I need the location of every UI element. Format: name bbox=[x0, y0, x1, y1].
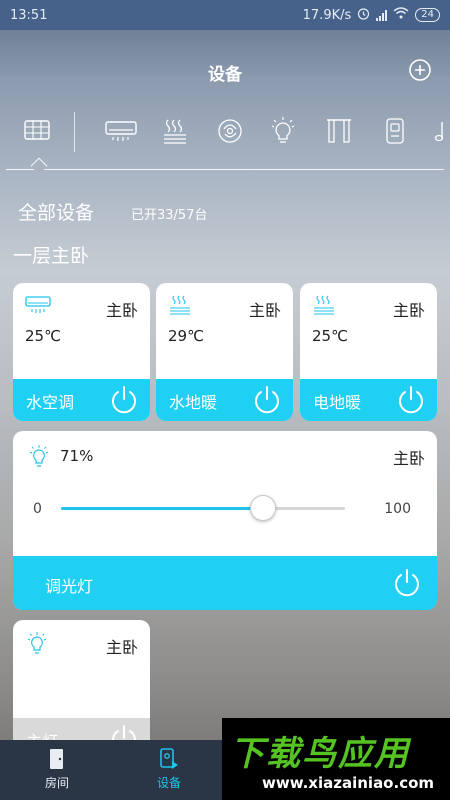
all-devices-icon[interactable] bbox=[22, 116, 58, 146]
door-icon bbox=[50, 749, 63, 769]
net-speed: 17.9K/s bbox=[302, 7, 352, 23]
app-header: 设备 bbox=[0, 30, 450, 110]
air-conditioner-icon[interactable] bbox=[104, 116, 140, 146]
device-bar: 调光灯 bbox=[13, 556, 437, 610]
devices-on-count: 已开33/57台 bbox=[131, 208, 208, 223]
device-card-main-light[interactable]: 主卧 主灯 bbox=[13, 620, 150, 758]
device-room-label: 主卧 bbox=[248, 301, 281, 320]
device-room-label: 主卧 bbox=[105, 301, 138, 320]
device-card-water-floor-heating[interactable]: 主卧 29℃ 水地暖 bbox=[156, 283, 293, 421]
floor-heating-icon bbox=[168, 295, 194, 317]
device-card-water-ac[interactable]: 主卧 25℃ 水空调 bbox=[13, 283, 150, 421]
device-icon bbox=[160, 748, 178, 769]
status-indicators: 17.9K/s 24 bbox=[303, 7, 440, 24]
power-icon[interactable] bbox=[108, 384, 140, 416]
device-temperature: 25℃ bbox=[25, 327, 61, 345]
tab-divider bbox=[74, 112, 75, 152]
air-purifier-icon[interactable] bbox=[215, 116, 251, 146]
device-bar: 水地暖 bbox=[156, 379, 293, 421]
light-bulb-icon[interactable] bbox=[268, 116, 304, 146]
slider-max-label: 100 bbox=[384, 501, 411, 517]
door-lock-icon[interactable] bbox=[380, 116, 416, 146]
status-bar: 13:51 17.9K/s 24 bbox=[0, 0, 450, 30]
device-name: 水空调 bbox=[26, 393, 75, 412]
watermark-brand: 下载鸟应用 bbox=[230, 734, 410, 774]
nav-rooms-label: 房间 bbox=[44, 776, 69, 790]
device-bar: 水空调 bbox=[13, 379, 150, 421]
device-temperature: 25℃ bbox=[312, 327, 348, 345]
power-icon[interactable] bbox=[251, 384, 283, 416]
nav-rooms[interactable]: 房间 bbox=[27, 748, 87, 791]
device-name: 电地暖 bbox=[313, 393, 362, 412]
floor-heating-icon[interactable] bbox=[160, 116, 196, 146]
brightness-slider[interactable] bbox=[61, 495, 345, 521]
wifi-icon bbox=[393, 7, 409, 23]
all-devices-title: 全部设备 bbox=[18, 202, 95, 224]
tab-baseline bbox=[6, 169, 444, 170]
device-name: 调光灯 bbox=[45, 577, 94, 596]
alarm-icon bbox=[357, 7, 370, 24]
floor-room-title: 一层主卧 bbox=[13, 245, 90, 267]
device-card-electric-floor-heating[interactable]: 主卧 25℃ 电地暖 bbox=[300, 283, 437, 421]
device-bar: 电地暖 bbox=[300, 379, 437, 421]
light-bulb-icon bbox=[25, 632, 51, 654]
power-icon[interactable] bbox=[395, 384, 427, 416]
device-name: 水地暖 bbox=[169, 393, 218, 412]
device-card-dimmer-light[interactable]: 71% 主卧 0 100 调光灯 bbox=[13, 431, 437, 610]
nav-devices-label: 设备 bbox=[156, 776, 181, 790]
site-watermark: 下载鸟应用 www.xiazainiao.com bbox=[222, 718, 450, 800]
nav-devices[interactable]: 设备 bbox=[139, 748, 199, 791]
device-room-label: 主卧 bbox=[392, 301, 425, 320]
status-time: 13:51 bbox=[10, 7, 48, 23]
floor-heating-icon bbox=[312, 295, 338, 317]
slider-fill bbox=[61, 507, 263, 510]
light-bulb-icon bbox=[27, 445, 53, 467]
brightness-percent: 71% bbox=[60, 447, 94, 465]
category-tabs bbox=[0, 110, 450, 175]
power-icon[interactable] bbox=[391, 567, 423, 599]
slider-min-label: 0 bbox=[33, 501, 42, 517]
music-icon[interactable] bbox=[432, 116, 450, 146]
watermark-url: www.xiazainiao.com bbox=[262, 774, 435, 792]
air-conditioner-icon bbox=[25, 295, 51, 317]
add-icon[interactable] bbox=[408, 58, 432, 82]
curtain-icon[interactable] bbox=[324, 116, 360, 146]
device-room-label: 主卧 bbox=[392, 449, 425, 468]
device-room-label: 主卧 bbox=[105, 638, 138, 657]
signal-icon bbox=[376, 9, 388, 21]
battery-indicator: 24 bbox=[415, 8, 440, 22]
tab-selected-indicator bbox=[30, 157, 48, 175]
device-temperature: 29℃ bbox=[168, 327, 204, 345]
page-title: 设备 bbox=[208, 65, 242, 85]
slider-thumb[interactable] bbox=[249, 495, 276, 521]
